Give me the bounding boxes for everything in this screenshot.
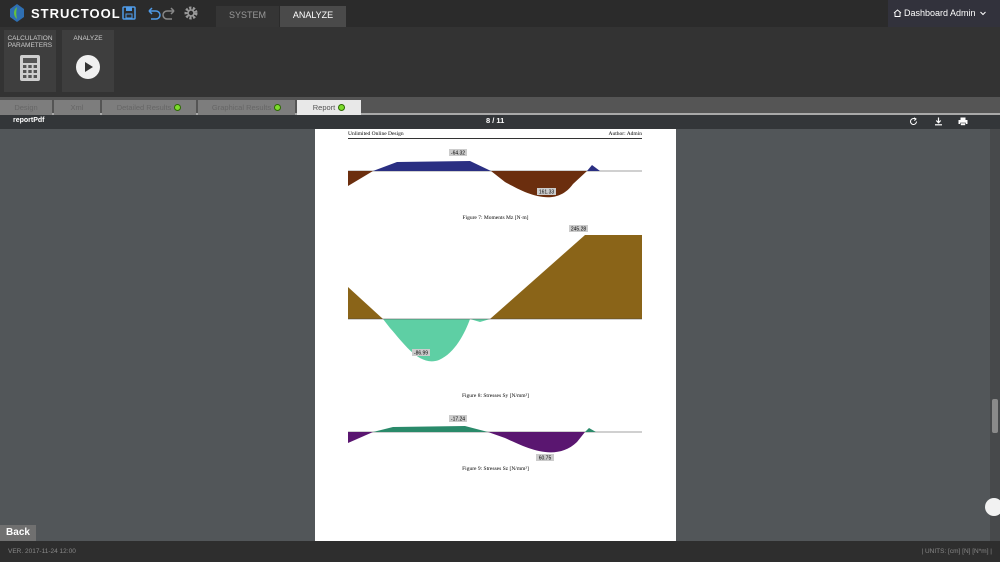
fig7-pos-left: [348, 171, 373, 186]
print-icon[interactable]: [958, 117, 968, 126]
logo-icon: [10, 4, 24, 22]
pdf-viewer[interactable]: reportPdf 8 / 11 Unlimited Online Design…: [0, 115, 1000, 541]
figure-moments-mz: -64.32 161.33: [348, 149, 642, 198]
ribbon: CALCULATION PARAMETERS ANALYZE: [0, 27, 1000, 97]
fig9-label-max: 60.75: [539, 456, 552, 462]
floating-button[interactable]: [985, 498, 1000, 516]
save-icon[interactable]: [120, 4, 138, 22]
dashboard-link[interactable]: Dashboard: [893, 8, 948, 18]
page-header-left: Unlimited Online Design: [348, 131, 404, 137]
figure-stresses-sz: -17.24 60.75: [348, 415, 642, 462]
tab-detailed-results-label: Detailed Results: [116, 102, 172, 112]
user-menu: Dashboard Admin: [888, 0, 1000, 27]
calculator-icon: [20, 55, 40, 81]
tab-analyze[interactable]: ANALYZE: [280, 6, 346, 27]
app-name: STRUCTOOL: [31, 5, 121, 21]
figure-7-caption: Figure 7: Moments Mz [N·m]: [462, 215, 529, 221]
tab-system[interactable]: SYSTEM: [216, 6, 279, 27]
tab-graphical-results-label: Graphical Results: [211, 102, 272, 112]
units-text: | UNITS: [cm] [N] [N*m] |: [921, 548, 992, 555]
status-bar: VER. 2017-11-24 12:00 | UNITS: [cm] [N] …: [0, 541, 1000, 562]
dashboard-label: Dashboard: [904, 8, 949, 18]
download-icon[interactable]: [934, 117, 943, 126]
refresh-icon[interactable]: [909, 117, 918, 126]
fig9-pos-right: [488, 432, 585, 453]
fig8-overflow-helper: [315, 235, 316, 236]
chevron-down-icon: [979, 11, 986, 15]
tab-xml[interactable]: Xml: [54, 100, 100, 115]
tab-report-label: Report: [312, 102, 336, 112]
pdf-title: reportPdf: [13, 117, 45, 124]
tab-graphical-results[interactable]: Graphical Results: [198, 100, 295, 115]
fig8-neg-small: [470, 319, 490, 322]
status-ok-icon: [174, 104, 182, 111]
calculation-parameters-button[interactable]: CALCULATION PARAMETERS: [4, 30, 56, 92]
back-button[interactable]: Back: [0, 525, 36, 541]
figure-8-caption: Figure 8: Stresses Sy [N/mm²]: [461, 393, 530, 399]
fig7-label-min: -64.32: [451, 151, 465, 157]
tab-design[interactable]: Design: [0, 100, 52, 115]
pdf-scrollbar[interactable]: [990, 129, 1000, 541]
app-logo: STRUCTOOL: [8, 3, 121, 23]
fig9-label-min: -17.24: [451, 417, 465, 423]
tab-report[interactable]: Report: [297, 100, 361, 115]
result-tabs: Design Xml Detailed Results Graphical Re…: [0, 97, 1000, 115]
tab-detailed-results[interactable]: Detailed Results: [102, 100, 196, 115]
admin-label: Admin: [950, 8, 976, 18]
home-icon: [893, 9, 902, 17]
calc-label: CALCULATION PARAMETERS: [7, 35, 53, 49]
fig7-neg-mid: [373, 161, 491, 171]
fig7-neg-end: [587, 165, 600, 171]
figure-stresses-sy: 245.28 -86.99: [348, 225, 642, 362]
status-ok-icon: [274, 104, 282, 111]
fig8-pos-left: [348, 287, 383, 319]
pdf-page: Unlimited Online Design Author: Admin -6…: [315, 129, 676, 541]
fig9-neg: [373, 426, 488, 432]
admin-menu[interactable]: Admin: [950, 8, 986, 18]
play-icon: [76, 55, 100, 79]
fig7-label-max: 161.33: [539, 190, 555, 196]
fig8-label-min: -86.99: [414, 351, 428, 357]
status-ok-icon: [338, 104, 346, 111]
undo-icon[interactable]: [144, 4, 162, 22]
version-text: VER. 2017-11-24 12:00: [8, 548, 76, 555]
figure-9-caption: Figure 9: Stresses Sz [N/mm²]: [462, 466, 529, 472]
pdf-page-indicator: 8 / 11: [486, 116, 505, 125]
gear-icon[interactable]: [182, 4, 200, 22]
tab-xml-label: Xml: [70, 102, 84, 112]
page-header-right: Author: Admin: [608, 131, 642, 137]
tab-design-label: Design: [14, 102, 38, 112]
pdf-toolbar: reportPdf 8 / 11: [0, 115, 1000, 129]
fig9-pos-left: [348, 432, 373, 443]
page-header: Unlimited Online Design Author: Admin: [348, 131, 642, 139]
redo-icon[interactable]: [161, 4, 179, 22]
scroll-thumb[interactable]: [992, 399, 998, 433]
fig8-label-max: 245.28: [571, 227, 587, 233]
fig9-neg-end: [585, 428, 596, 432]
fig8-pos-right: [490, 235, 642, 319]
top-bar: STRUCTOOL SYSTEM ANALYZE Dashboard Admin: [0, 0, 1000, 27]
analyze-button[interactable]: ANALYZE: [62, 30, 114, 92]
analyze-label: ANALYZE: [73, 35, 103, 42]
